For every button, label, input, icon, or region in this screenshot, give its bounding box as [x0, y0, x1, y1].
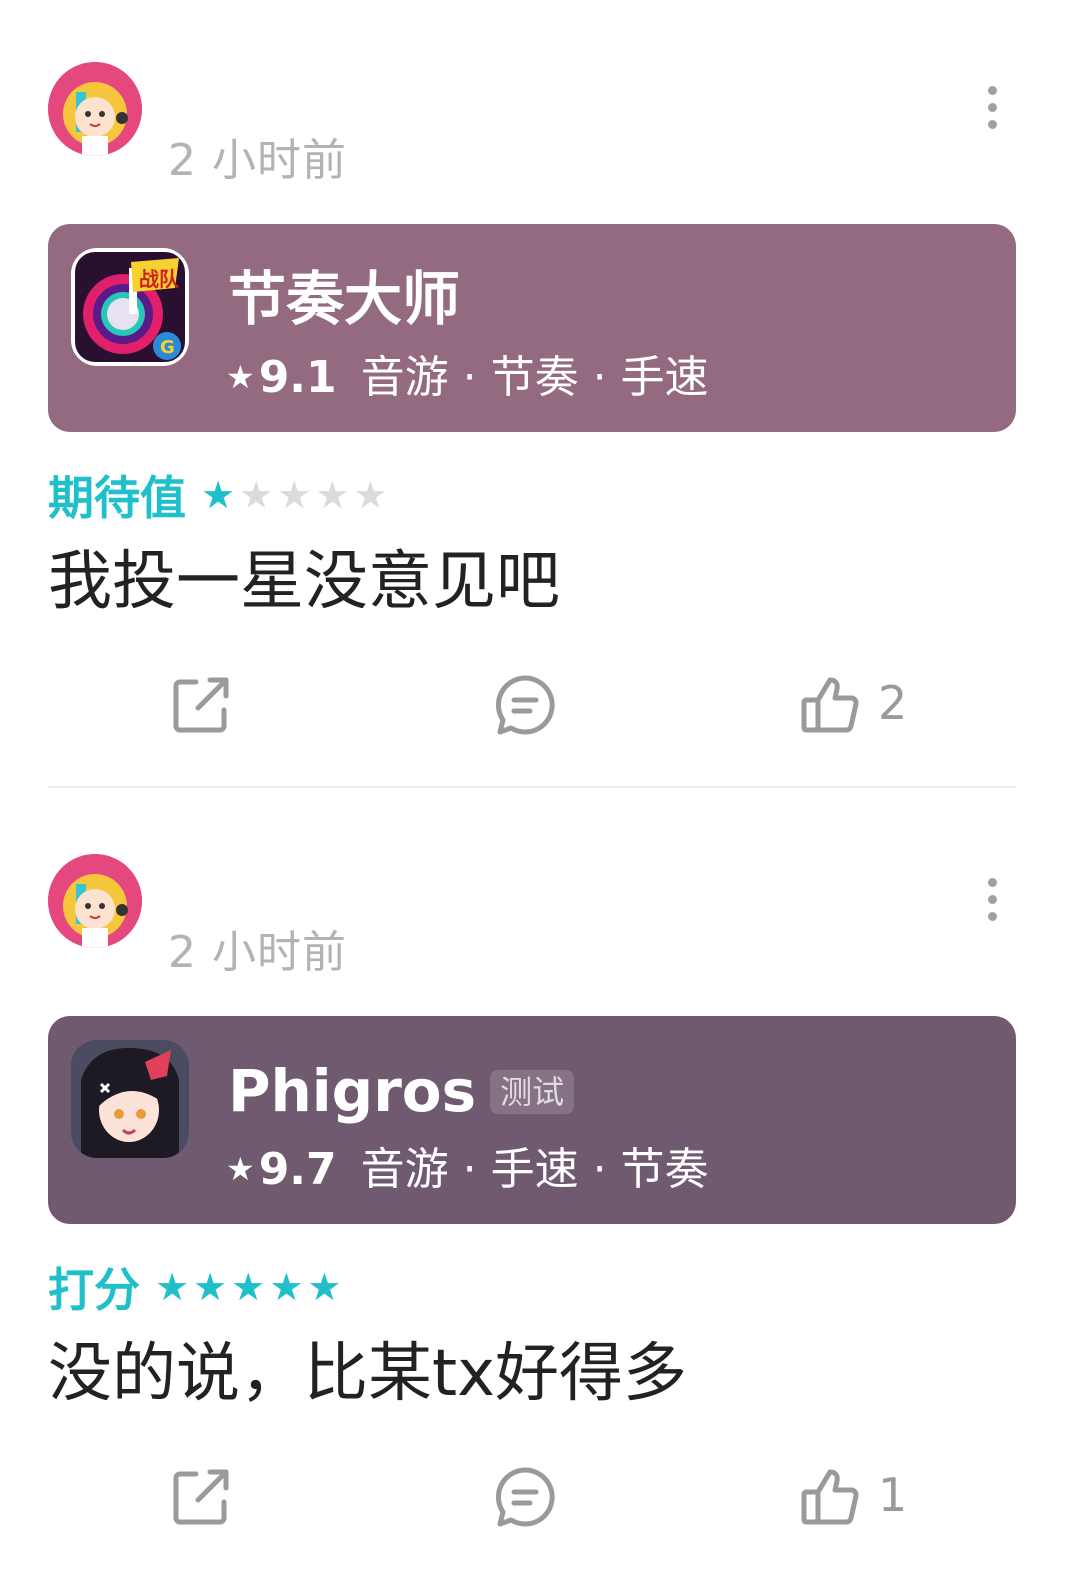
star-filled-icon: ★	[155, 1265, 190, 1309]
action-bar: 1	[0, 1466, 1080, 1536]
app-score: 9.7	[258, 1144, 337, 1195]
app-card[interactable]: 战队 G 节奏大师 ★9.1 音游 · 节奏 · 手速	[48, 224, 1016, 432]
star-filled-icon: ★	[307, 1265, 342, 1309]
star-icon: ★	[226, 358, 255, 396]
star-icon: ★	[226, 1150, 255, 1188]
rating-stars: ★ ★ ★ ★ ★	[201, 473, 391, 517]
app-name: 节奏大师	[228, 264, 460, 334]
star-empty-icon: ★	[315, 473, 350, 517]
star-filled-icon: ★	[269, 1265, 304, 1309]
test-badge: 测试	[490, 1069, 575, 1114]
more-options-icon[interactable]	[978, 86, 1006, 130]
divider	[48, 786, 1016, 788]
rating-label: 期待值	[48, 471, 186, 525]
like-button[interactable]: 2	[800, 674, 907, 736]
share-icon[interactable]	[170, 1466, 232, 1528]
rhythm-master-app-icon: 战队 G	[71, 248, 189, 366]
action-bar: 2	[0, 674, 1080, 744]
thumbs-up-icon	[801, 677, 859, 733]
comment-icon[interactable]	[494, 1466, 556, 1528]
rating-row: 期待值 ★ ★ ★ ★ ★	[48, 462, 391, 525]
avatar-image	[48, 62, 142, 156]
app-tags: 音游 · 节奏 · 手速	[360, 352, 709, 403]
star-filled-icon: ★	[201, 473, 236, 517]
svg-text:G: G	[160, 337, 175, 358]
post: 2 小时前 战队 G 节奏大师 ★9.1 音游 · 节奏 · 手速 期待值 ★ …	[0, 62, 1080, 742]
star-filled-icon: ★	[193, 1265, 228, 1309]
app-name-text: Phigros	[228, 1057, 477, 1125]
app-card[interactable]: Phigros 测试 ★9.7 音游 · 手速 · 节奏	[48, 1016, 1016, 1224]
review-text: 我投一星没意见吧	[48, 545, 560, 619]
rating-stars: ★ ★ ★ ★ ★	[155, 1265, 345, 1309]
avatar-image	[48, 854, 142, 948]
app-score: 9.1	[258, 352, 337, 403]
star-empty-icon: ★	[353, 473, 388, 517]
user-avatar[interactable]	[48, 62, 142, 156]
app-tags: 音游 · 手速 · 节奏	[360, 1144, 709, 1195]
rating-label: 打分	[48, 1263, 140, 1317]
app-meta: ★9.1 音游 · 节奏 · 手速	[226, 352, 709, 403]
rating-row: 打分 ★ ★ ★ ★ ★	[48, 1254, 345, 1317]
user-avatar[interactable]	[48, 854, 142, 948]
thumbs-up-icon	[801, 1469, 859, 1525]
share-icon[interactable]	[170, 674, 232, 736]
post-time: 2 小时前	[168, 135, 347, 186]
post-time: 2 小时前	[168, 927, 347, 978]
app-meta: ★9.7 音游 · 手速 · 节奏	[226, 1144, 709, 1195]
like-count: 1	[878, 1468, 908, 1522]
star-filled-icon: ★	[231, 1265, 266, 1309]
star-empty-icon: ★	[239, 473, 274, 517]
svg-text:战队: 战队	[139, 267, 180, 291]
app-name: Phigros 测试	[228, 1056, 575, 1126]
post: 2 小时前 Phigros 测试 ★9.7 音游 · 手速 · 节奏 打分 ★ …	[0, 854, 1080, 1554]
like-count: 2	[878, 676, 908, 730]
review-text: 没的说，比某tx好得多	[48, 1337, 687, 1411]
comment-icon[interactable]	[494, 674, 556, 736]
more-options-icon[interactable]	[978, 878, 1006, 922]
like-button[interactable]: 1	[800, 1466, 907, 1528]
phigros-app-icon	[71, 1040, 189, 1158]
app-name-text: 节奏大师	[228, 265, 461, 333]
star-empty-icon: ★	[277, 473, 312, 517]
